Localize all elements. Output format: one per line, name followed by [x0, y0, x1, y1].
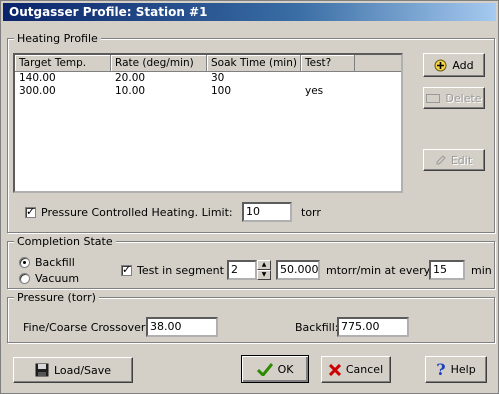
pressure-controlled-checkbox[interactable]: [25, 205, 36, 218]
vacuum-radio-label: Vacuum: [35, 272, 80, 285]
completion-state-label: Completion State: [14, 235, 116, 248]
column-header-soak-time[interactable]: Soak Time (min): [207, 55, 301, 71]
rate-input[interactable]: 50.000: [276, 260, 320, 280]
heating-profile-label: Heating Profile: [14, 32, 101, 45]
column-header-test[interactable]: Test?: [301, 55, 355, 71]
test-segment-label: Test in segment: [137, 264, 224, 277]
add-icon: [434, 59, 447, 71]
segment-spinner[interactable]: ▲ ▼: [257, 260, 271, 280]
pressure-group: Pressure (torr): [7, 291, 495, 343]
outgasser-profile-dialog: Outgasser Profile: Station #1 Heating Pr…: [0, 0, 499, 394]
add-button-label: Add: [452, 58, 474, 72]
column-header-rate[interactable]: Rate (deg/min): [111, 55, 207, 71]
cell-rate: 20.00: [115, 72, 146, 84]
pressure-backfill-label: Backfill:: [295, 321, 339, 334]
window-title: Outgasser Profile: Station #1: [3, 3, 496, 21]
list-header: Target Temp. Rate (deg/min) Soak Time (m…: [15, 55, 401, 72]
test-segment-checkbox[interactable]: [121, 263, 132, 276]
delete-button-label: Delete: [445, 91, 482, 105]
backfill-radio-label: Backfill: [35, 256, 75, 269]
crossover-input[interactable]: 38.00: [146, 317, 218, 337]
cell-target-temp: 140.00: [19, 72, 56, 84]
load-save-label: Load/Save: [53, 363, 112, 377]
list-row[interactable]: 140.00 20.00 30: [15, 72, 401, 85]
cell-test: yes: [305, 85, 324, 97]
add-button[interactable]: Add: [423, 53, 485, 77]
heating-profile-list[interactable]: Target Temp. Rate (deg/min) Soak Time (m…: [13, 53, 403, 193]
pressure-backfill-input[interactable]: 775.00: [337, 317, 409, 337]
spin-up-icon[interactable]: ▲: [257, 260, 271, 270]
close-x-icon: [328, 363, 341, 376]
cell-test: [301, 72, 355, 85]
cancel-button[interactable]: Cancel: [321, 356, 391, 383]
segment-input[interactable]: 2: [227, 260, 257, 280]
delete-icon: [426, 93, 441, 103]
spin-down-icon[interactable]: ▼: [257, 270, 271, 280]
question-mark-icon: ?: [436, 360, 446, 379]
crossover-label: Fine/Coarse Crossover:: [23, 321, 149, 334]
delete-button[interactable]: Delete: [423, 87, 485, 109]
edit-button[interactable]: Edit: [423, 149, 485, 171]
cancel-label: Cancel: [345, 363, 384, 376]
ok-button[interactable]: OK: [241, 355, 309, 383]
every-input[interactable]: 15: [429, 260, 465, 280]
help-label: Help: [450, 363, 476, 376]
column-header-target-temp[interactable]: Target Temp.: [15, 55, 111, 71]
cell-target-temp: 300.00: [19, 85, 56, 97]
edit-button-label: Edit: [450, 153, 473, 167]
list-row[interactable]: 300.00 10.00 100 yes: [15, 85, 401, 98]
backfill-radio[interactable]: [19, 257, 30, 268]
rate-unit-label: mtorr/min at every:: [326, 264, 434, 277]
limit-unit-label: torr: [301, 206, 321, 219]
load-save-button[interactable]: Load/Save: [13, 357, 133, 383]
every-unit-label: min: [471, 264, 492, 277]
ok-label: OK: [277, 362, 294, 376]
checkmark-icon: [256, 363, 273, 376]
cell-soak-time: 30: [211, 72, 225, 84]
floppy-disk-icon: [35, 363, 49, 377]
edit-icon: [436, 155, 446, 165]
cell-soak-time: 100: [211, 85, 232, 97]
vacuum-radio[interactable]: [19, 273, 30, 284]
limit-input[interactable]: 10: [242, 202, 292, 222]
cell-rate: 10.00: [115, 85, 146, 97]
pressure-label: Pressure (torr): [14, 291, 99, 304]
help-button[interactable]: ? Help: [425, 356, 487, 383]
pressure-controlled-label: Pressure Controlled Heating. Limit:: [41, 206, 233, 219]
